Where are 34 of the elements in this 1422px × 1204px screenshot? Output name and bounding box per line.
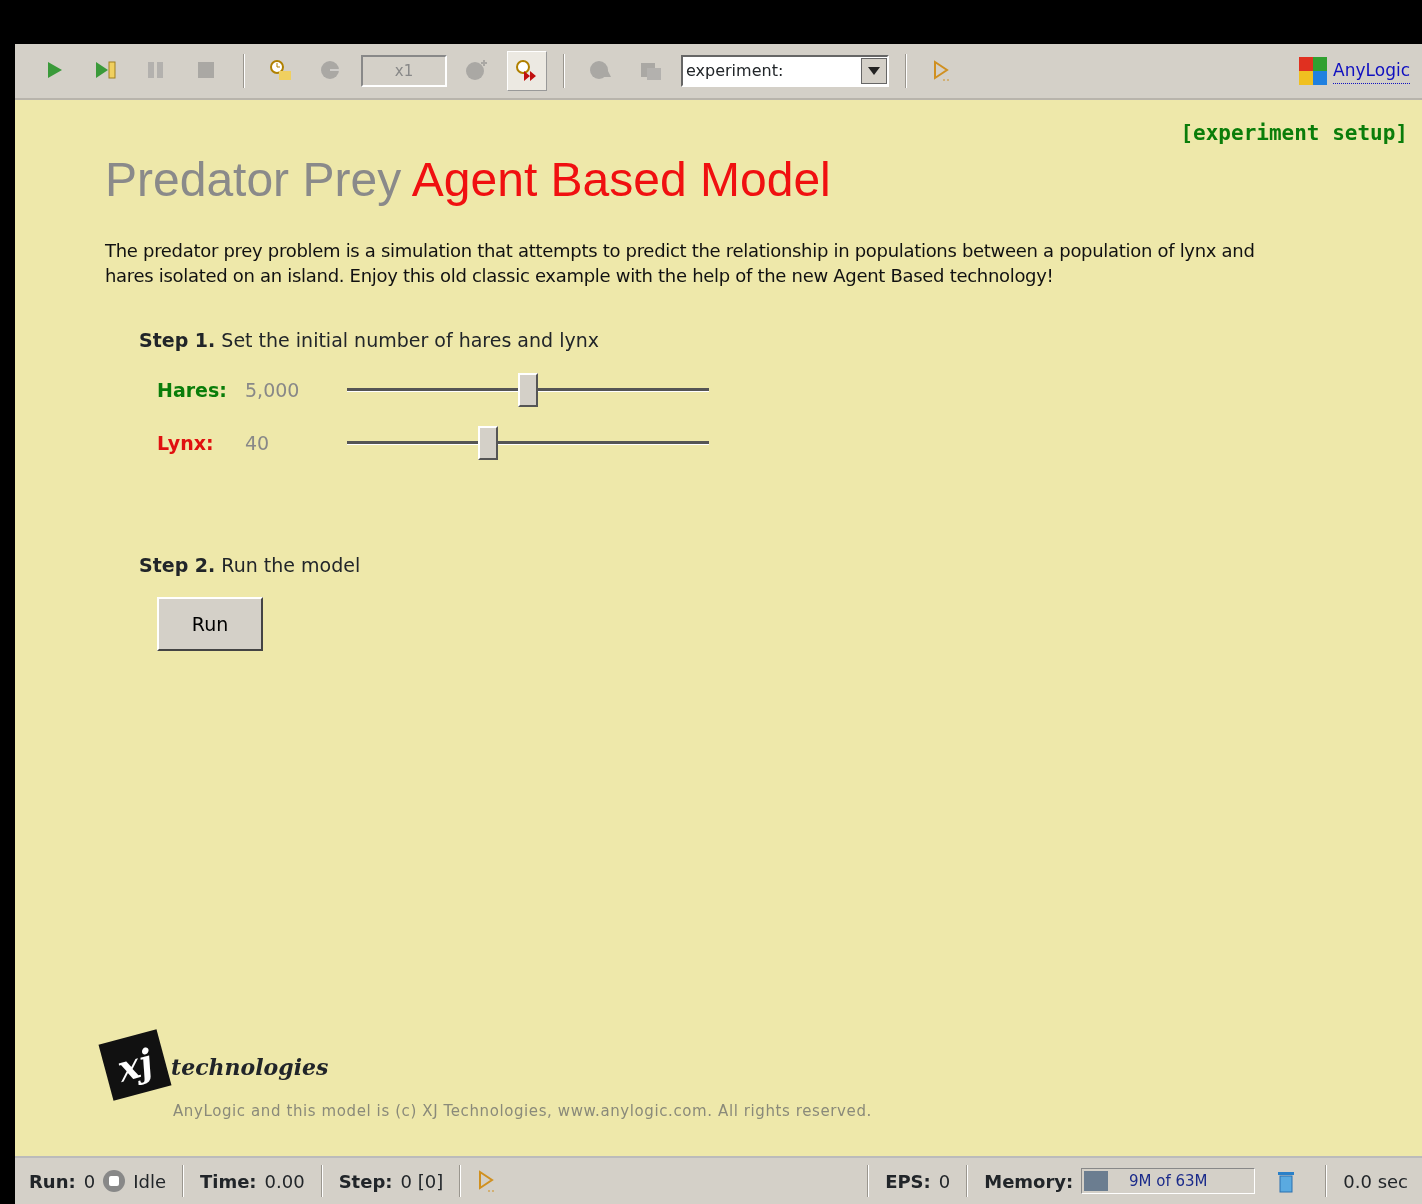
slider-value: 40 xyxy=(245,431,271,457)
status-label: EPS: xyxy=(885,1169,931,1194)
step-text: Step 2. Run the model xyxy=(139,552,362,578)
toolbar-button[interactable] xyxy=(507,51,547,91)
logo-text: technologies xyxy=(171,1052,329,1082)
description-text: The predator prey problem is a simulation that attempts to predict the relationship in populations between a population of lynx and hares isolated on an island. Enjoy this old classic example with the help of the new Agent Based technology! xyxy=(105,239,1256,289)
status-value: 0 xyxy=(938,1169,951,1194)
experiment-dropdown[interactable]: experiment: xyxy=(681,55,889,87)
slider-value: 5,000 xyxy=(245,378,301,404)
slider-track[interactable] xyxy=(347,426,709,461)
slider-thumb[interactable] xyxy=(478,426,499,461)
slider-label: Lynx: xyxy=(157,431,215,457)
setup-link[interactable]: [experiment setup] xyxy=(105,118,1408,150)
status-value: 0 [0] xyxy=(400,1169,444,1194)
status-value: 0.0 sec xyxy=(1343,1169,1408,1194)
caret-icon xyxy=(868,67,880,75)
copyright-text: AnyLogic and this model is (c) XJ Technologies, www.anylogic.com. All rights reserved. xyxy=(173,1100,872,1122)
anylogic-link[interactable]: AnyLogic xyxy=(1333,57,1410,85)
run-button[interactable]: Run xyxy=(157,597,263,652)
status-label: Memory: xyxy=(984,1169,1074,1194)
slider-track[interactable] xyxy=(347,373,709,408)
status-value: Idle xyxy=(133,1169,166,1194)
slider-label: Hares: xyxy=(157,378,228,404)
step-text: Step 1. Set the initial number of hares and lynx xyxy=(139,328,600,354)
memory-text: 9M of 63M xyxy=(1128,1171,1209,1192)
title-text: Agent Based Model xyxy=(411,152,831,206)
status-label: Run: xyxy=(29,1169,76,1194)
status-label: Step: xyxy=(338,1169,393,1194)
slider-thumb[interactable] xyxy=(518,373,538,408)
status-value: 0 xyxy=(83,1169,96,1194)
status-value: 0.00 xyxy=(264,1169,305,1194)
logo-mark: xj xyxy=(98,1028,172,1101)
title-text: Predator Prey xyxy=(105,152,402,206)
status-label: Time: xyxy=(199,1169,257,1194)
